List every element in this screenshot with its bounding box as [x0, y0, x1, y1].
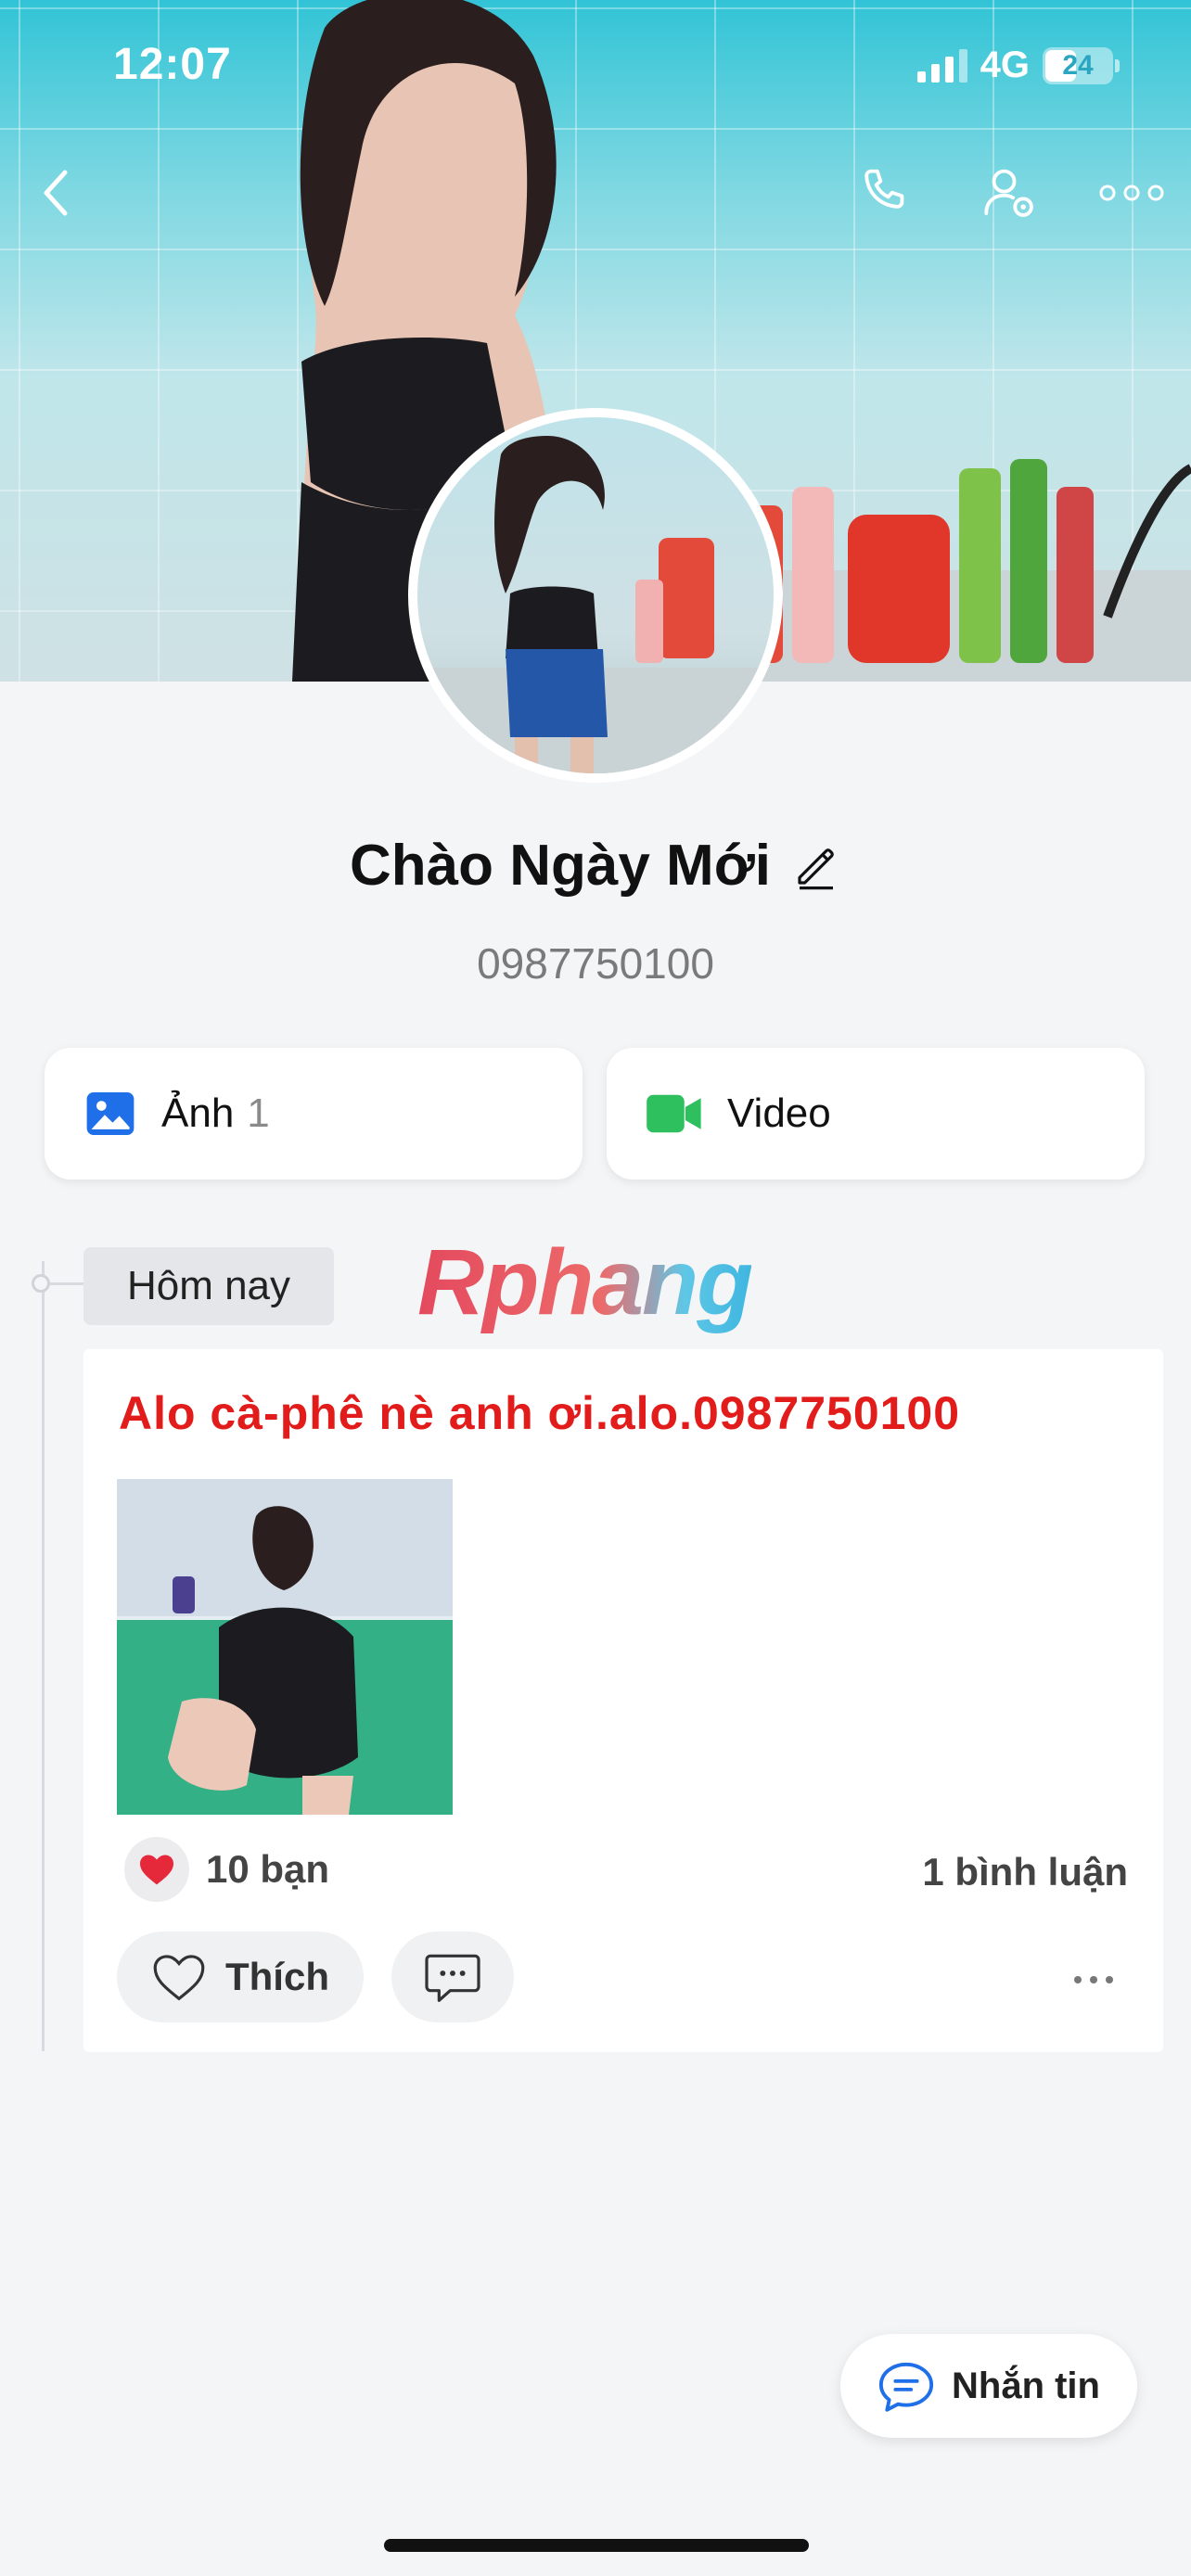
profile-name-row: Chào Ngày Mới	[0, 833, 1191, 899]
image-icon	[86, 1092, 134, 1135]
timeline-dot	[32, 1274, 50, 1293]
like-label: Thích	[225, 1955, 329, 1998]
comment-icon	[425, 1954, 480, 2002]
post-text: Alo cà-phê nè anh ơi.alo.0987750100	[119, 1387, 961, 1439]
signal-icon	[916, 48, 967, 83]
more-options-button[interactable]	[1095, 156, 1169, 230]
date-chip: Hôm nay	[83, 1247, 334, 1325]
post-more-button[interactable]	[1061, 1961, 1126, 1998]
video-camera-icon	[647, 1094, 701, 1133]
reactions-count: 10 bạn	[206, 1847, 330, 1891]
video-button[interactable]: Video	[607, 1048, 1145, 1180]
battery-level: 24	[1062, 49, 1094, 81]
call-button[interactable]	[848, 156, 922, 230]
cover-bottles	[709, 459, 1191, 682]
back-icon	[44, 170, 68, 216]
comment-button[interactable]	[391, 1932, 514, 2022]
comments-count[interactable]: 1 bình luận	[922, 1850, 1128, 1894]
video-label: Video	[727, 1090, 831, 1136]
home-indicator	[384, 2539, 809, 2552]
post-card[interactable]: Alo cà-phê nè anh ơi.alo.0987750100 10 b…	[83, 1349, 1163, 2052]
edit-pencil-icon[interactable]	[791, 841, 841, 891]
post-photo-image	[117, 1479, 453, 1815]
back-button[interactable]	[19, 156, 93, 230]
message-button[interactable]: Nhắn tin	[840, 2334, 1137, 2438]
status-icons: 4G 24	[916, 45, 1120, 86]
post-photo[interactable]	[117, 1479, 453, 1815]
avatar-photo	[417, 436, 774, 773]
heart-outline-icon	[153, 1955, 205, 2001]
more-dot	[1106, 1976, 1113, 1983]
timeline-connector	[50, 1282, 83, 1285]
user-settings-icon	[984, 169, 1033, 217]
chat-bubble-icon	[878, 2362, 934, 2412]
photos-button[interactable]: Ảnh 1	[45, 1048, 583, 1180]
network-type: 4G	[980, 45, 1030, 85]
status-time: 12:07	[113, 40, 232, 89]
heart-reaction	[124, 1837, 189, 1902]
message-label: Nhắn tin	[952, 2365, 1100, 2406]
like-button[interactable]: Thích	[117, 1932, 364, 2022]
phone-icon	[864, 169, 904, 209]
more-dot	[1090, 1976, 1097, 1983]
profile-phone: 0987750100	[477, 939, 714, 988]
photos-count: 1	[247, 1090, 270, 1136]
more-icon	[1099, 185, 1164, 201]
profile-settings-button[interactable]	[972, 156, 1046, 230]
more-dot	[1074, 1976, 1082, 1983]
avatar[interactable]	[408, 408, 783, 783]
watermark-logo: Rphang	[417, 1231, 753, 1334]
reactions-summary[interactable]: 10 bạn	[124, 1837, 329, 1902]
timeline-line	[42, 1261, 45, 2051]
heart-icon	[140, 1855, 173, 1885]
profile-name: Chào Ngày Mới	[349, 834, 771, 898]
photos-label: Ảnh	[161, 1090, 235, 1136]
battery-icon: 24	[1043, 46, 1120, 84]
